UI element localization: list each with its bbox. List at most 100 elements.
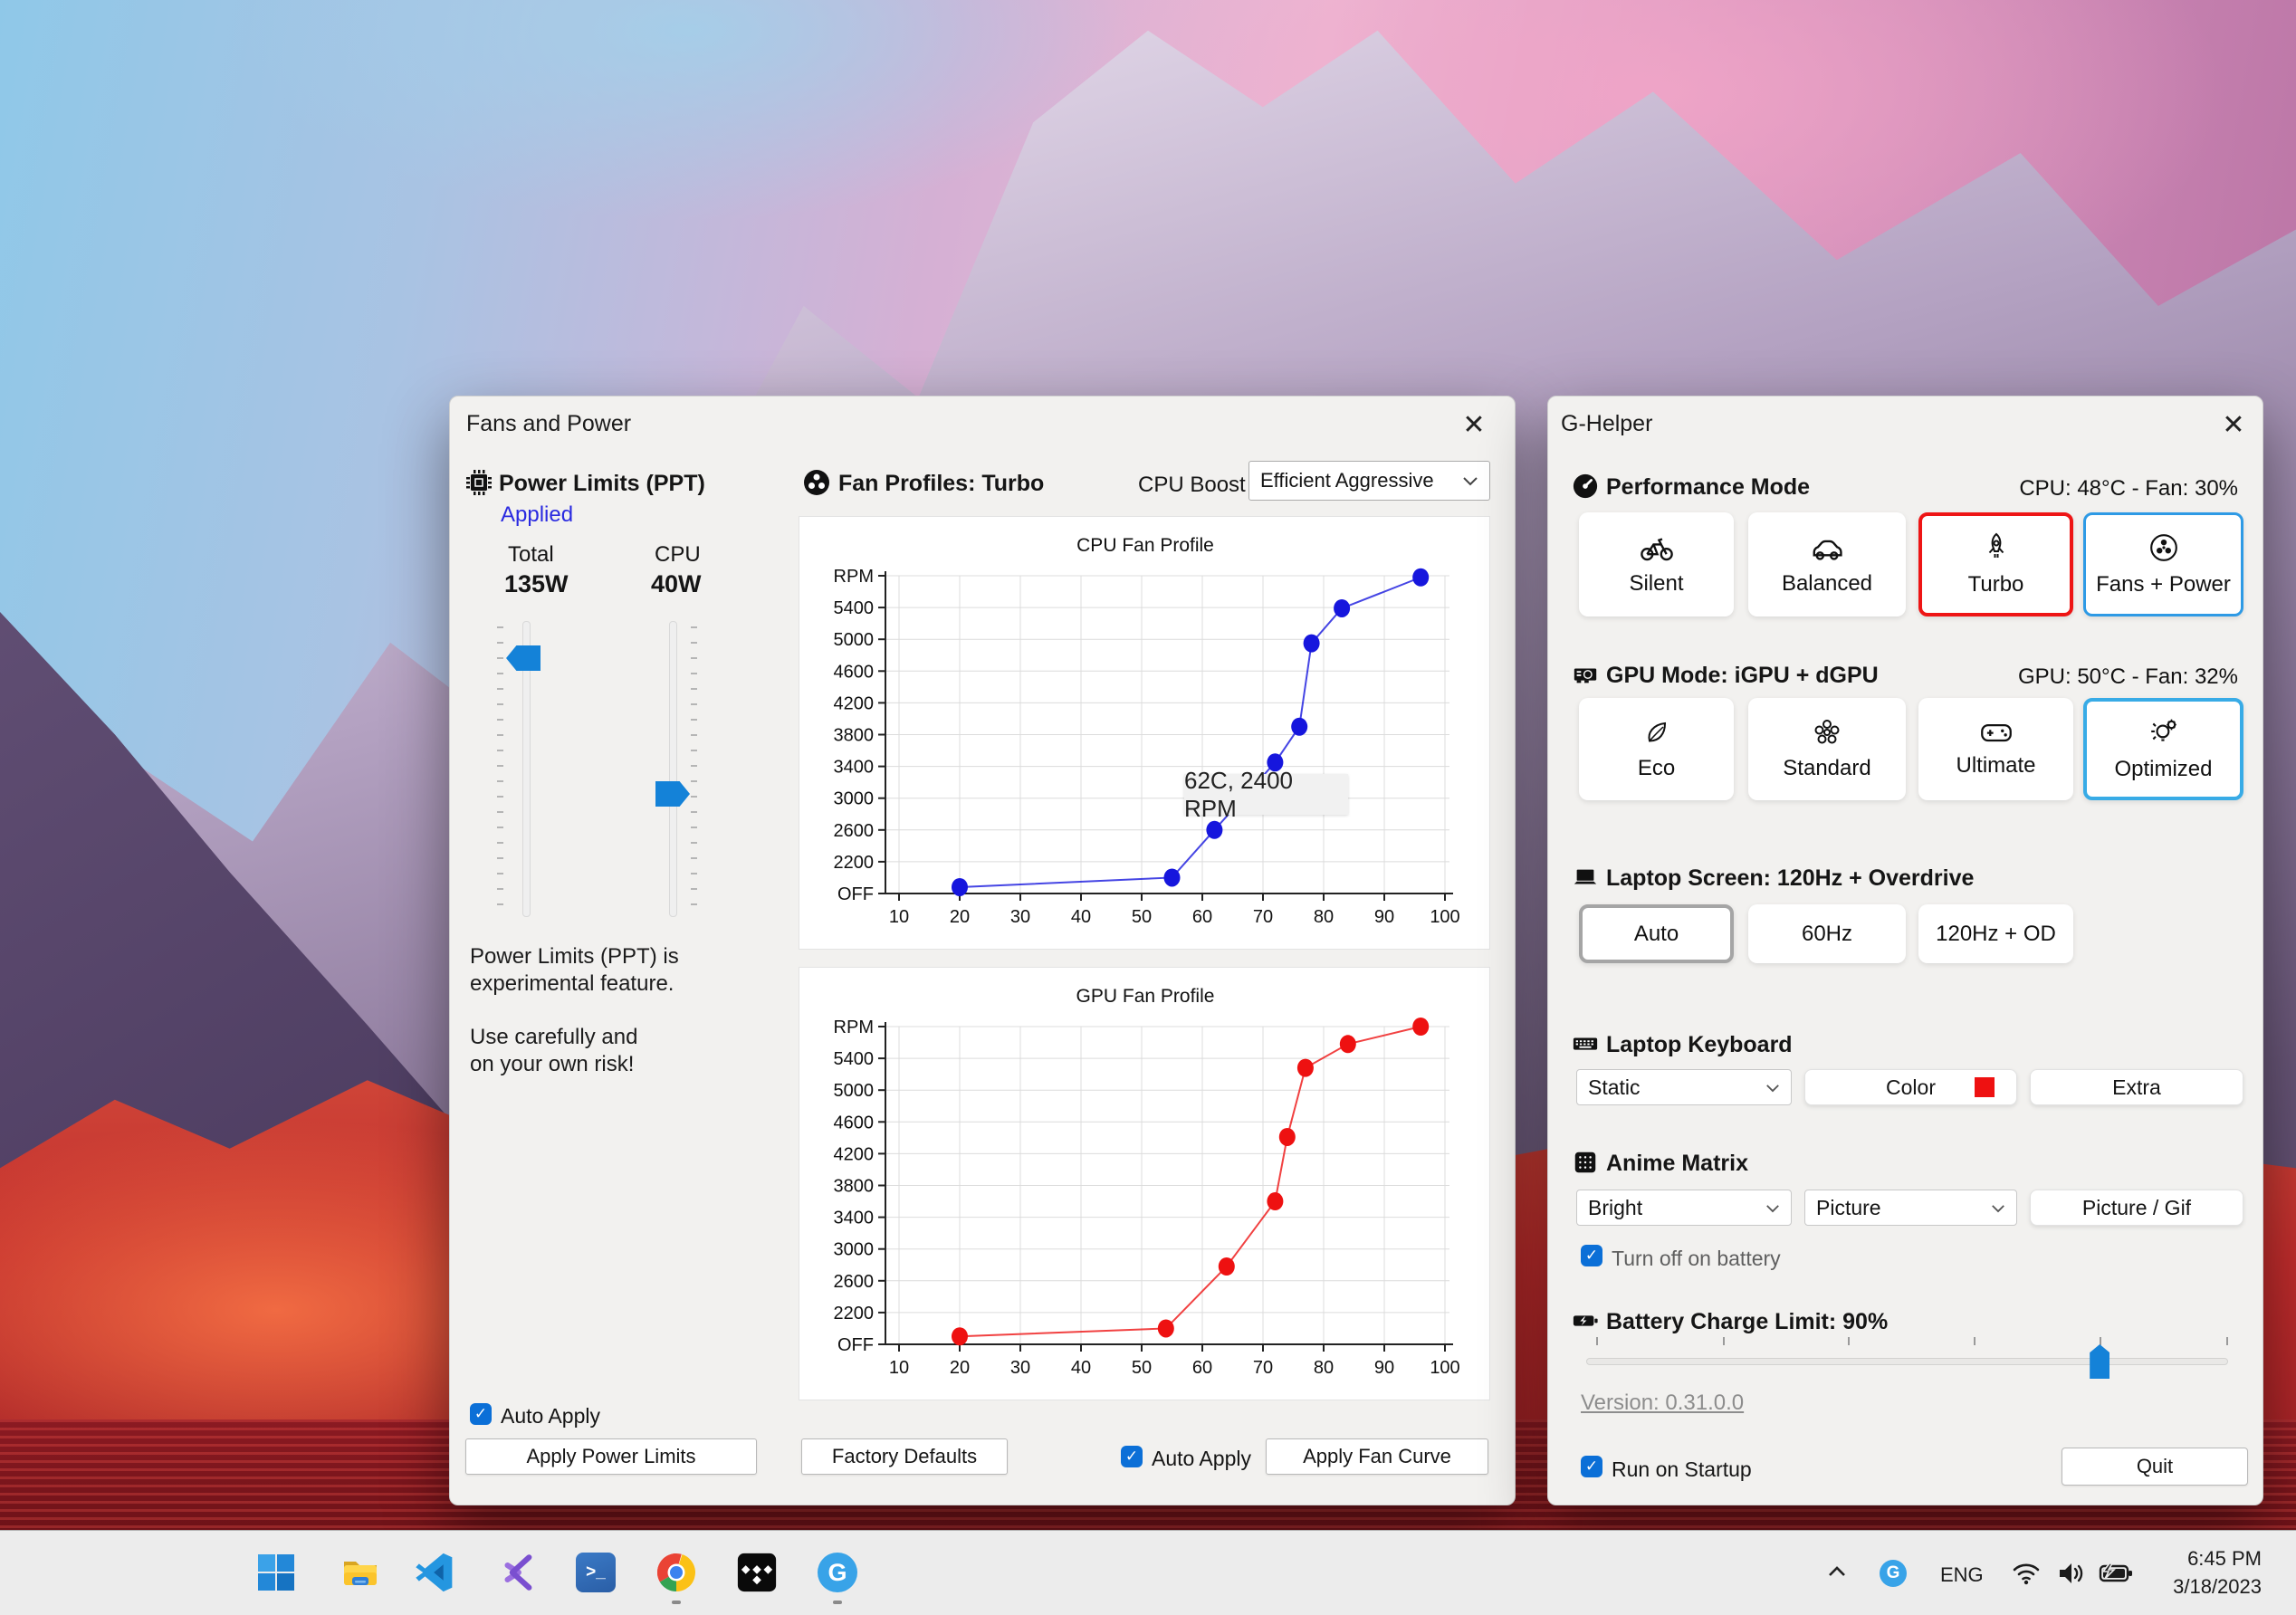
ppt-note-line1: Power Limits (PPT) is [470, 944, 679, 969]
keyboard-extra-button[interactable]: Extra [2030, 1069, 2243, 1105]
svg-text:2600: 2600 [834, 821, 875, 841]
svg-text:5000: 5000 [834, 1081, 875, 1101]
turn-off-on-battery-label[interactable]: Turn off on battery [1612, 1247, 1781, 1271]
factory-defaults-button[interactable]: Factory Defaults [801, 1438, 1008, 1475]
screen-auto-button[interactable]: Auto [1579, 904, 1734, 963]
close-icon[interactable]: ✕ [1449, 400, 1498, 449]
svg-text:OFF: OFF [837, 884, 874, 904]
mode-label: Eco [1637, 755, 1676, 780]
gamepad-icon [1980, 721, 2013, 744]
close-icon[interactable]: ✕ [2209, 400, 2258, 449]
keyboard-mode-dropdown[interactable]: Static [1576, 1069, 1792, 1105]
desktop: Fans and Power ✕ Power Limits (PPT) Appl… [0, 0, 2296, 1615]
mode-label: Optimized [2114, 756, 2213, 781]
svg-text:3000: 3000 [834, 789, 875, 809]
matrix-brightness-dropdown[interactable]: Bright [1576, 1190, 1792, 1226]
anime-matrix-header: Anime Matrix [1606, 1151, 1748, 1176]
svg-text:20: 20 [950, 1358, 970, 1378]
cpu-chip-icon [464, 468, 493, 497]
apply-power-limits-button[interactable]: Apply Power Limits [465, 1438, 757, 1475]
flower-icon [1813, 718, 1842, 747]
visual-studio-icon[interactable] [498, 1553, 538, 1592]
cpu-fan-chart[interactable]: CPU Fan Profile OFF 2200 2600 3000 3400 3800 42… [799, 516, 1490, 950]
screen-120hz-od-button[interactable]: 120Hz + OD [1918, 904, 2073, 963]
battery-icon [1572, 1307, 1599, 1334]
ppt-note-line4: on your own risk! [470, 1052, 635, 1076]
laptop-screen-header: Laptop Screen: 120Hz + Overdrive [1606, 865, 1975, 891]
tray-language[interactable]: ENG [1940, 1563, 1984, 1587]
anime-matrix-icon [1572, 1149, 1599, 1176]
chrome-icon[interactable] [656, 1553, 696, 1592]
perf-mode-fans-power-button[interactable]: Fans + Power [2083, 512, 2243, 616]
gpu-mode-header: GPU Mode: iGPU + dGPU [1606, 663, 1879, 688]
svg-text:50: 50 [1132, 907, 1152, 927]
bicycle-icon [1640, 533, 1674, 562]
svg-text:2200: 2200 [834, 853, 875, 873]
svg-text:5400: 5400 [834, 1049, 875, 1069]
taskbar-clock[interactable]: 6:45 PM 3/18/2023 [2173, 1544, 2262, 1601]
auto-apply-power-checkbox[interactable] [470, 1403, 492, 1425]
cpu-slider-thumb[interactable] [655, 781, 690, 807]
battery-charging-icon[interactable] [2099, 1562, 2135, 1585]
gpu-temp-status: GPU: 50°C - Fan: 32% [2017, 664, 2238, 689]
chevron-down-icon [1462, 475, 1478, 486]
gpu-mode-ultimate-button[interactable]: Ultimate [1918, 698, 2073, 800]
auto-apply-fan-checkbox[interactable] [1121, 1446, 1143, 1467]
total-slider-ticks [497, 626, 503, 914]
svg-text:70: 70 [1253, 907, 1273, 927]
svg-text:4600: 4600 [834, 1113, 875, 1132]
screen-60hz-button[interactable]: 60Hz [1748, 904, 1906, 963]
matrix-picture-gif-button[interactable]: Picture / Gif [2030, 1190, 2243, 1226]
battery-limit-slider-track[interactable] [1586, 1358, 2228, 1365]
turn-off-on-battery-checkbox[interactable] [1581, 1245, 1602, 1266]
quit-button[interactable]: Quit [2062, 1448, 2248, 1486]
tray-chevron-up-icon[interactable] [1825, 1562, 1849, 1581]
total-label: Total [508, 542, 554, 567]
auto-apply-fan-label[interactable]: Auto Apply [1152, 1447, 1251, 1471]
svg-text:5400: 5400 [834, 598, 875, 618]
keyboard-color-button[interactable]: Color [1804, 1069, 2017, 1105]
version-link[interactable]: Version: 0.31.0.0 [1581, 1390, 1744, 1416]
volume-icon[interactable] [2057, 1561, 2086, 1586]
svg-text:60: 60 [1192, 1358, 1212, 1378]
laptop-icon [1572, 864, 1599, 891]
chrome-running-indicator [672, 1601, 681, 1604]
vscode-icon[interactable] [415, 1553, 454, 1592]
gpu-mode-standard-button[interactable]: Standard [1748, 698, 1906, 800]
cpu-boost-dropdown[interactable]: Efficient Aggressive [1248, 461, 1490, 501]
g-helper-icon[interactable]: G [818, 1553, 857, 1592]
run-on-startup-label[interactable]: Run on Startup [1612, 1457, 1752, 1482]
battery-limit-slider-thumb[interactable] [2090, 1344, 2110, 1379]
svg-text:GPU Fan Profile: GPU Fan Profile [1076, 986, 1215, 1007]
apply-fan-curve-button[interactable]: Apply Fan Curve [1266, 1438, 1488, 1475]
tray-g-helper-icon[interactable]: G [1880, 1560, 1907, 1587]
svg-text:40: 40 [1071, 907, 1091, 927]
total-slider-thumb[interactable] [506, 645, 541, 671]
clock-date: 3/18/2023 [2173, 1575, 2262, 1598]
wifi-icon[interactable] [2012, 1561, 2041, 1586]
g-helper-window: G-Helper ✕ Performance Mode CPU: 48°C - … [1547, 396, 2263, 1505]
gpu-card-icon [1572, 661, 1599, 688]
cpu-slider-track[interactable] [669, 621, 677, 917]
file-explorer-icon[interactable] [340, 1553, 380, 1592]
perf-mode-silent-button[interactable]: Silent [1579, 512, 1734, 616]
auto-apply-power-label[interactable]: Auto Apply [501, 1404, 600, 1429]
gpu-mode-eco-button[interactable]: Eco [1579, 698, 1734, 800]
powershell-icon[interactable]: >_ [576, 1553, 616, 1592]
svg-text:10: 10 [889, 1358, 909, 1378]
gpu-fan-chart[interactable]: GPU Fan Profile OFF 2200 2600 3000 3400 3800 42… [799, 967, 1490, 1400]
perf-mode-balanced-button[interactable]: Balanced [1748, 512, 1906, 616]
start-button-icon[interactable] [256, 1553, 296, 1592]
mode-label: Turbo [1967, 571, 2024, 597]
leaf-icon [1642, 718, 1671, 747]
car-icon [1810, 533, 1844, 562]
run-on-startup-checkbox[interactable] [1581, 1456, 1602, 1477]
matrix-mode-dropdown[interactable]: Picture [1804, 1190, 2017, 1226]
clock-time: 6:45 PM [2187, 1547, 2262, 1570]
battery-limit-header: Battery Charge Limit: 90% [1606, 1309, 1889, 1334]
total-value: 135W [504, 570, 569, 597]
svg-text:60: 60 [1192, 907, 1212, 927]
tidal-icon[interactable] [737, 1553, 777, 1592]
gpu-mode-optimized-button[interactable]: Optimized [2083, 698, 2243, 800]
perf-mode-turbo-button[interactable]: Turbo [1918, 512, 2073, 616]
